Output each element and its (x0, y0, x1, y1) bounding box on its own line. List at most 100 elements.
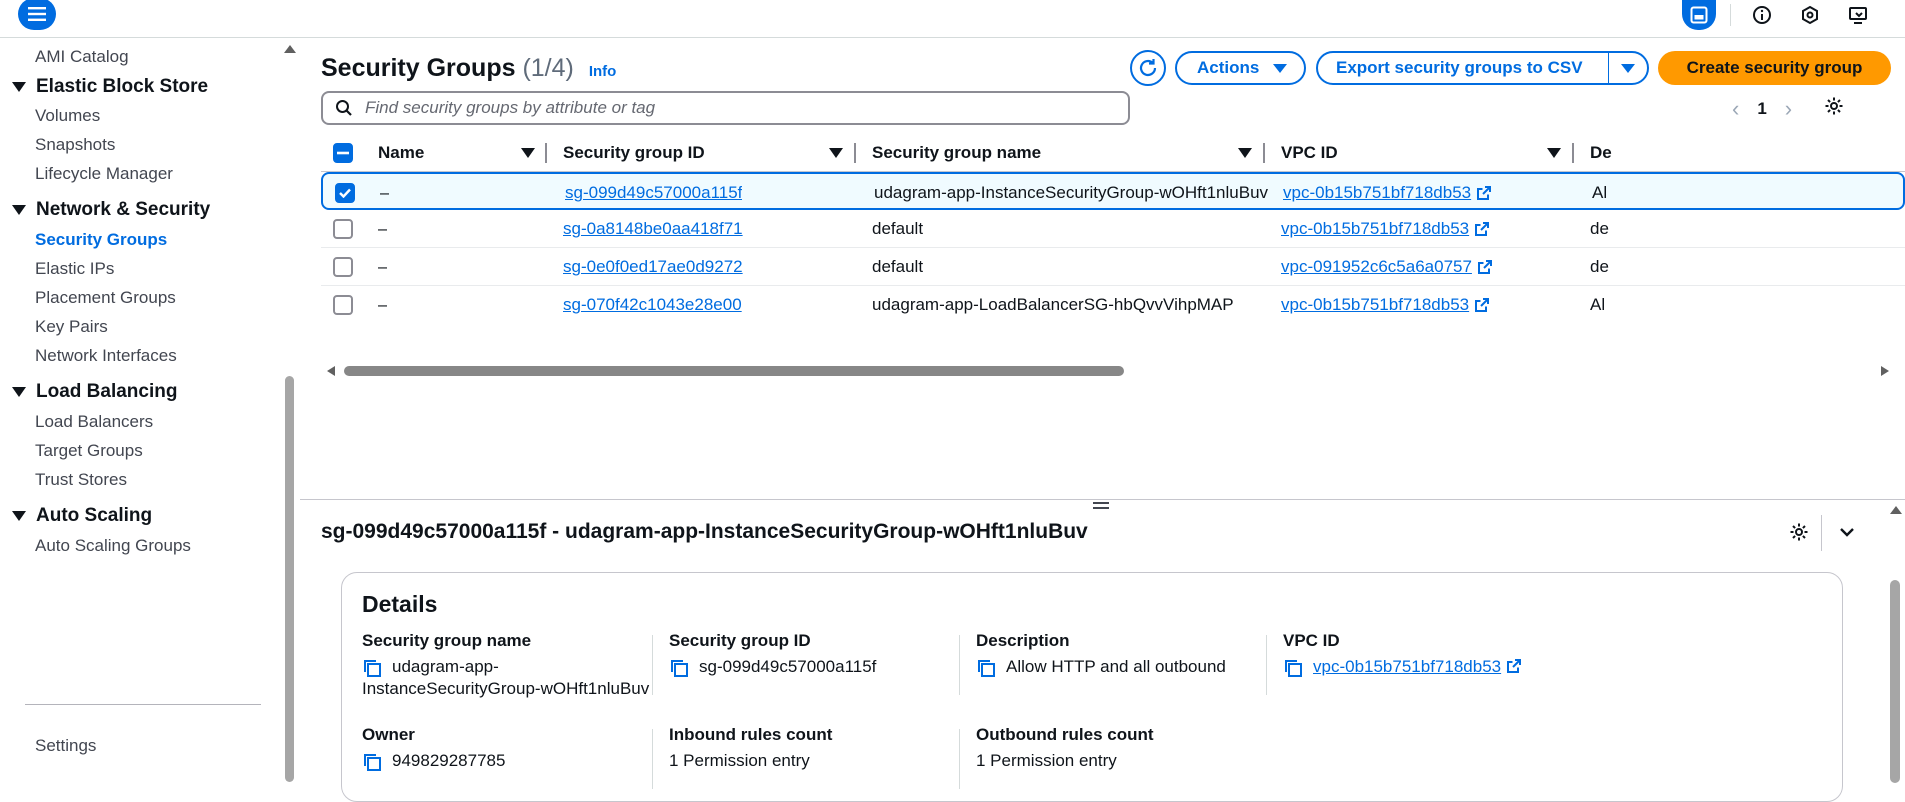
sidebar-item-load-balancers[interactable]: Load Balancers (35, 412, 153, 432)
sidebar-item-auto-scaling-groups[interactable]: Auto Scaling Groups (35, 536, 191, 556)
column-resizer[interactable] (854, 143, 856, 163)
sidebar-section-auto-scaling[interactable]: Auto Scaling (12, 505, 152, 527)
resize-handle[interactable] (1093, 502, 1109, 512)
column-header-name[interactable]: Name (378, 134, 538, 172)
table-row[interactable]: – sg-0a8148be0aa418f71 default vpc-0b15b… (321, 210, 1905, 248)
table-horizontal-scrollbar[interactable] (321, 364, 1889, 378)
scroll-left-icon[interactable] (327, 366, 335, 376)
table-row[interactable]: – sg-099d49c57000a115f udagram-app-Insta… (321, 172, 1905, 210)
chevron-down-icon (1840, 528, 1854, 537)
copy-icon[interactable] (1283, 658, 1303, 678)
scroll-up-icon[interactable] (284, 45, 296, 53)
column-header-security-group-id[interactable]: Security group ID (563, 134, 851, 172)
sidebar-item-settings[interactable]: Settings (35, 736, 96, 756)
split-panel-preferences-button[interactable] (1789, 522, 1809, 542)
scroll-up-icon[interactable] (1890, 506, 1902, 514)
export-dropdown-toggle[interactable] (1609, 63, 1647, 73)
column-resizer[interactable] (545, 143, 547, 163)
cell-vpc-id: vpc-0b15b751bf718db53 (1281, 210, 1490, 248)
create-security-group-button[interactable]: Create security group (1658, 51, 1891, 85)
sidebar-item-trust-stores[interactable]: Trust Stores (35, 470, 127, 490)
vpc-id-link[interactable]: vpc-0b15b751bf718db53 (1313, 656, 1501, 678)
sidebar-item-security-groups[interactable]: Security Groups (35, 230, 167, 250)
row-checkbox[interactable] (333, 210, 353, 248)
sidebar-item-ami-catalog[interactable]: AMI Catalog (35, 47, 129, 67)
external-link-icon[interactable] (1474, 297, 1490, 313)
vpc-id-link[interactable]: vpc-0b15b751bf718db53 (1281, 219, 1469, 239)
info-link[interactable]: Info (589, 63, 617, 80)
copy-icon[interactable] (669, 658, 689, 678)
display-icon[interactable] (1841, 0, 1875, 30)
sidebar-item-snapshots[interactable]: Snapshots (35, 135, 115, 155)
column-header-security-group-name[interactable]: Security group name (872, 134, 1257, 172)
export-label: Export security groups to CSV (1336, 58, 1583, 77)
actions-button[interactable]: Actions (1175, 51, 1306, 85)
scrollbar-thumb[interactable] (285, 376, 294, 782)
external-link-icon[interactable] (1474, 221, 1490, 237)
sidebar-section-elastic-block-store[interactable]: Elastic Block Store (12, 76, 208, 98)
copy-icon[interactable] (362, 658, 382, 678)
scroll-right-icon[interactable] (1881, 366, 1889, 376)
column-resizer[interactable] (1263, 143, 1265, 163)
cell-security-group-id-link[interactable]: sg-0e0f0ed17ae0d9272 (563, 248, 743, 286)
sidebar-divider (25, 704, 261, 705)
search-icon (336, 100, 352, 116)
info-icon[interactable] (1745, 0, 1779, 30)
sidebar-item-volumes[interactable]: Volumes (35, 106, 100, 126)
panel-icon[interactable] (1682, 0, 1716, 30)
table-row[interactable]: – sg-070f42c1043e28e00 udagram-app-LoadB… (321, 286, 1905, 324)
sidebar-scrollbar[interactable] (283, 38, 296, 782)
sidebar-item-placement-groups[interactable]: Placement Groups (35, 288, 176, 308)
export-csv-button[interactable]: Export security groups to CSV (1316, 51, 1649, 85)
cell-security-group-id-link[interactable]: sg-0a8148be0aa418f71 (563, 210, 743, 248)
table-preferences-button[interactable] (1824, 96, 1844, 116)
external-link-icon[interactable] (1506, 658, 1522, 674)
sidebar-item-target-groups[interactable]: Target Groups (35, 441, 143, 461)
sidebar-item-network-interfaces[interactable]: Network Interfaces (35, 346, 177, 366)
search-input[interactable] (365, 98, 1065, 118)
field-value: 949829287785 (392, 751, 506, 770)
cell-description: Al (1590, 295, 1606, 314)
collapse-panel-button[interactable] (1837, 522, 1857, 542)
vpc-id-link[interactable]: vpc-0b15b751bf718db53 (1281, 295, 1469, 315)
sidebar-section-network-security[interactable]: Network & Security (12, 199, 210, 221)
scrollbar-thumb[interactable] (344, 366, 1124, 376)
search-field[interactable] (321, 91, 1130, 125)
sidebar-section-load-balancing[interactable]: Load Balancing (12, 381, 177, 403)
sidebar-item-key-pairs[interactable]: Key Pairs (35, 317, 108, 337)
column-header-description[interactable]: De (1590, 134, 1612, 172)
column-header-vpc-id[interactable]: VPC ID (1281, 134, 1566, 172)
copy-icon[interactable] (362, 752, 382, 772)
row-checkbox[interactable] (333, 286, 353, 324)
column-divider (652, 729, 653, 789)
caret-down-icon (1621, 63, 1635, 73)
copy-icon[interactable] (976, 658, 996, 678)
hexagon-icon[interactable] (1793, 0, 1827, 30)
split-panel: sg-099d49c57000a115f - udagram-app-Insta… (300, 499, 1905, 802)
cell-name: – (378, 219, 388, 238)
sidebar-section-label: Network & Security (36, 199, 211, 220)
external-link-icon[interactable] (1477, 259, 1493, 275)
checkbox-unchecked-icon (333, 295, 353, 315)
refresh-button[interactable] (1130, 50, 1166, 86)
scrollbar-thumb[interactable] (1890, 580, 1900, 783)
column-resizer[interactable] (1572, 143, 1574, 163)
sidebar-item-elastic-ips[interactable]: Elastic IPs (35, 259, 114, 279)
select-all-checkbox[interactable] (333, 134, 353, 172)
vpc-id-link[interactable]: vpc-091952c6c5a6a0757 (1281, 257, 1472, 277)
vpc-id-link[interactable]: vpc-0b15b751bf718db53 (1283, 183, 1471, 203)
current-page[interactable]: 1 (1757, 99, 1766, 119)
column-divider (1266, 635, 1267, 695)
cell-security-group-id-link[interactable]: sg-099d49c57000a115f (565, 174, 742, 212)
row-checkbox[interactable] (335, 174, 355, 212)
next-page-icon[interactable]: › (1785, 96, 1792, 122)
cell-security-group-id-link[interactable]: sg-070f42c1043e28e00 (563, 286, 742, 324)
previous-page-icon[interactable]: ‹ (1732, 96, 1739, 122)
sidebar-item-lifecycle-manager[interactable]: Lifecycle Manager (35, 164, 173, 184)
row-checkbox[interactable] (333, 248, 353, 286)
menu-icon[interactable] (18, 0, 56, 30)
split-panel-scrollbar[interactable] (1888, 500, 1902, 783)
external-link-icon[interactable] (1476, 185, 1492, 201)
page-title: Security Groups (1/4) Info (321, 54, 616, 83)
table-row[interactable]: – sg-0e0f0ed17ae0d9272 default vpc-09195… (321, 248, 1905, 286)
